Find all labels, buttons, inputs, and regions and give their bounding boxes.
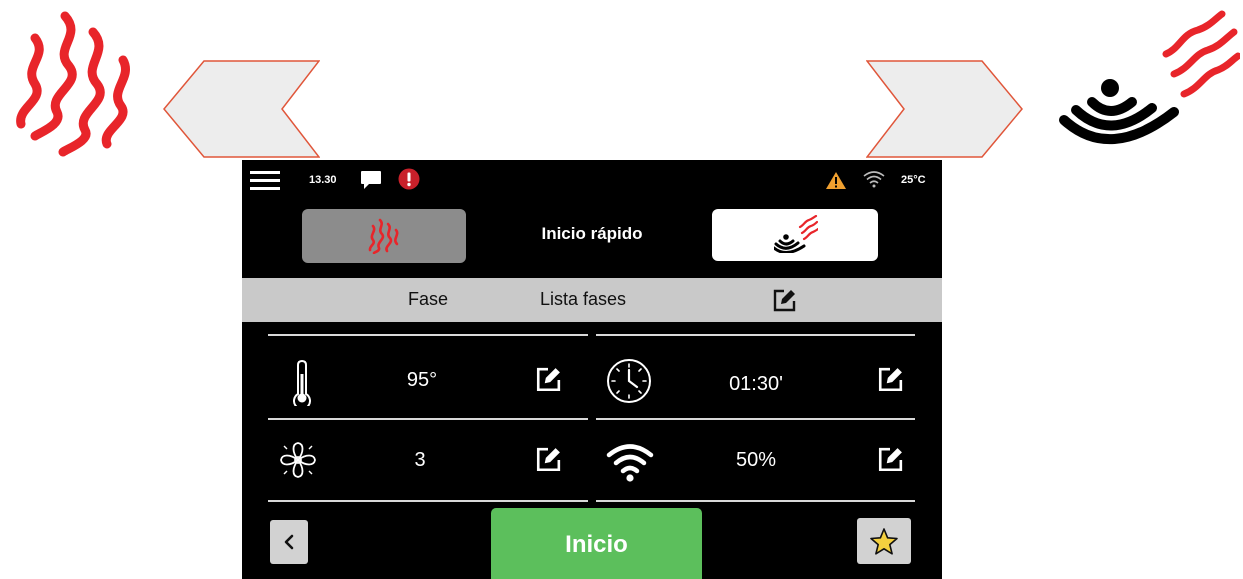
edit-temperature-icon[interactable] — [535, 367, 561, 393]
fan-icon — [278, 440, 318, 480]
warning-icon[interactable] — [825, 171, 847, 190]
star-icon — [870, 528, 898, 555]
status-temperature: 25°C — [901, 174, 926, 186]
thermometer-icon — [290, 360, 314, 406]
arrow-right-icon — [866, 60, 1024, 158]
fase-bar: Fase Lista fases — [242, 278, 942, 322]
clock-icon — [606, 358, 652, 404]
edit-time-icon[interactable] — [877, 367, 903, 393]
edit-fan-icon[interactable] — [535, 447, 561, 473]
menu-icon[interactable] — [250, 170, 280, 192]
edit-humidity-icon[interactable] — [877, 447, 903, 473]
start-button[interactable]: Inicio — [491, 508, 702, 579]
page-title: Inicio rápido — [541, 224, 643, 243]
fase-label: Fase — [408, 289, 449, 309]
back-button[interactable] — [270, 520, 308, 564]
divider — [268, 334, 588, 336]
divider — [596, 418, 915, 420]
humidity-value: 50% — [735, 449, 777, 471]
right-steam-signal-icon — [1058, 10, 1240, 156]
divider — [268, 418, 588, 420]
heat-waves-icon — [366, 218, 402, 254]
divider — [596, 334, 915, 336]
alert-icon[interactable] — [398, 168, 420, 190]
divider — [268, 500, 588, 502]
favorite-button[interactable] — [857, 518, 911, 564]
temperature-value: 95° — [406, 369, 438, 391]
wifi-icon — [863, 170, 885, 188]
chat-icon[interactable] — [360, 170, 382, 190]
time-value: 01:30' — [729, 373, 783, 395]
signal-icon — [606, 442, 654, 482]
device-screen: 13.30 25°C Inicio rápido Fase Lista fase… — [242, 160, 942, 579]
fase-list-label[interactable]: Lista fases — [540, 289, 626, 310]
left-heat-waves-icon — [5, 8, 137, 160]
arrow-left-icon — [162, 60, 320, 158]
edit-icon[interactable] — [772, 289, 796, 313]
heat-mode-button[interactable] — [302, 209, 466, 263]
fan-value: 3 — [414, 449, 426, 471]
chevron-left-icon — [282, 534, 296, 550]
steam-mode-button[interactable] — [712, 209, 878, 261]
status-time: 13.30 — [309, 174, 337, 186]
steam-signal-icon — [774, 215, 818, 253]
divider — [596, 500, 915, 502]
